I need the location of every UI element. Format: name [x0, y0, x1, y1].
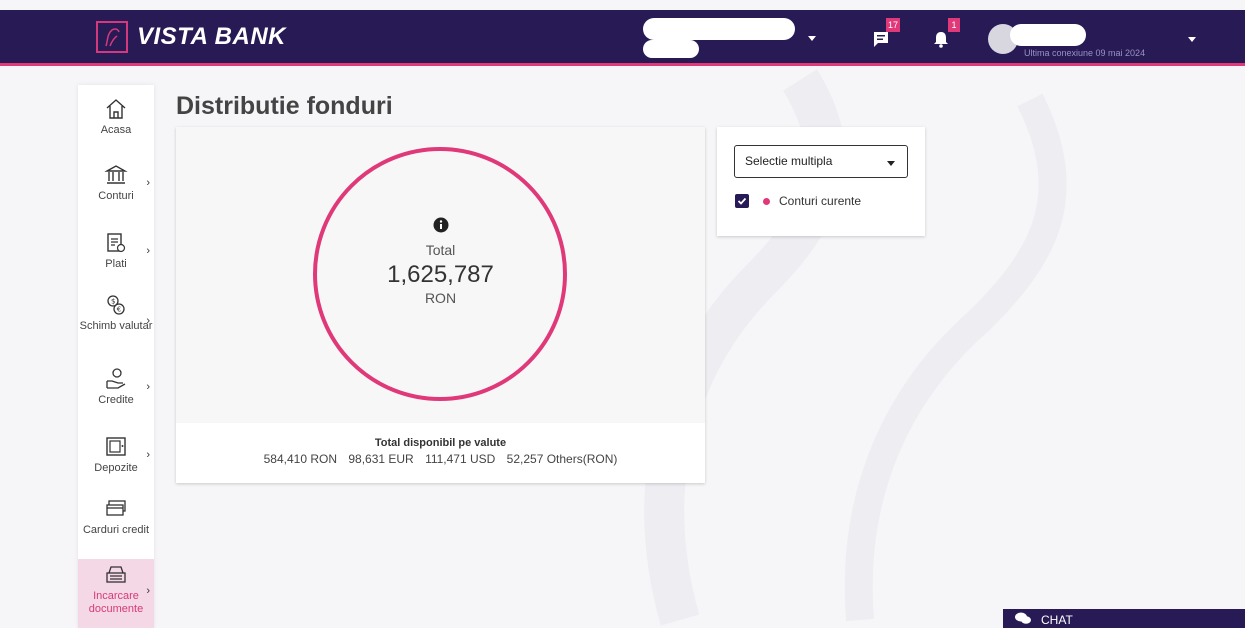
safe-icon — [106, 437, 126, 456]
sidebar-item-label: Schimb valutar — [79, 320, 153, 332]
currency-total-ron: 584,410 RON — [263, 452, 337, 466]
chevron-right-icon: › — [146, 177, 150, 189]
conturi-curente-checkbox[interactable] — [735, 194, 749, 208]
sidebar-item-label: Carduri credit — [82, 524, 150, 536]
legend-item-conturi-curente: Conturi curente — [735, 194, 861, 208]
hand-coin-icon — [106, 368, 126, 389]
legend-label: Conturi curente — [779, 194, 862, 208]
home-icon — [106, 99, 126, 119]
chevron-right-icon: › — [146, 315, 150, 327]
redacted-account-detail — [643, 40, 699, 58]
total-currency: RON — [424, 290, 457, 306]
sidebar-item-schimb-valutar[interactable]: $ € Schimb valutar › — [78, 293, 154, 333]
credit-card-icon — [106, 500, 126, 516]
currency-total-others: 52,257 Others(RON) — [506, 452, 618, 466]
sidebar-item-label: Credite — [98, 394, 134, 406]
chevron-down-icon — [1188, 37, 1196, 42]
notifications-button[interactable]: 1 — [926, 18, 960, 54]
messages-count-badge: 17 — [885, 18, 900, 32]
currency-totals-list: 584,410 RON 98,631 EUR 111,471 USD 52,25… — [176, 452, 705, 466]
payment-document-icon — [107, 233, 126, 253]
last-connection-text: Ultima conexiune 09 mai 2024 — [1024, 48, 1146, 58]
top-navigation-bar: VISTA BANK 17 1 Ultima conexiune 09 mai … — [0, 10, 1245, 66]
chevron-down-icon — [887, 161, 895, 166]
info-icon[interactable] — [433, 217, 449, 233]
currency-exchange-icon: $ € — [107, 295, 125, 315]
chevron-right-icon: › — [146, 381, 150, 393]
chart-area: Total 1,625,787 RON — [176, 127, 705, 423]
currency-total-eur: 98,631 EUR — [348, 452, 414, 466]
bank-icon — [104, 165, 128, 184]
brand-name: VISTA BANK — [137, 23, 286, 50]
sidebar-item-label: Plati — [105, 258, 127, 270]
bell-icon — [934, 32, 948, 48]
message-icon — [874, 32, 888, 47]
currency-totals-title: Total disponibil pe valute — [374, 437, 507, 449]
checkmark-icon — [737, 197, 747, 205]
sidebar-item-label: Incarcare documente — [88, 590, 144, 615]
sidebar-navigation: Acasa Conturi › Plati › $ € Schimb valut… — [78, 85, 154, 628]
sidebar-item-incarcare-documente[interactable]: Incarcare documente › — [78, 559, 154, 628]
sidebar-item-acasa[interactable]: Acasa — [78, 97, 154, 137]
currency-totals-footer: Total disponibil pe valute 584,410 RON 9… — [176, 423, 705, 483]
select-value: Selectie multipla — [745, 154, 833, 168]
sidebar-item-label: Acasa — [100, 124, 132, 136]
vista-bank-logo[interactable]: VISTA BANK — [96, 21, 286, 53]
redacted-account-name — [643, 18, 795, 40]
svg-text:$: $ — [111, 298, 115, 306]
sidebar-item-label: Conturi — [98, 190, 134, 202]
chat-label: CHAT — [1041, 613, 1073, 627]
sidebar-item-carduri-credit[interactable]: Carduri credit — [78, 497, 154, 537]
legend-color-dot — [763, 197, 770, 205]
total-value: 1,625,787 — [387, 261, 494, 288]
account-type-select[interactable]: Selectie multipla — [734, 145, 908, 178]
svg-text:€: € — [117, 306, 121, 314]
sidebar-item-depozite[interactable]: Depozite › — [78, 435, 154, 475]
funds-distribution-card: Total 1,625,787 RON Total disponibil pe … — [176, 127, 705, 483]
sidebar-item-plati[interactable]: Plati › — [78, 231, 154, 271]
document-upload-icon — [106, 566, 126, 583]
chevron-down-icon — [808, 36, 816, 41]
sidebar-item-credite[interactable]: Credite › — [78, 367, 154, 407]
redacted-user-name — [1010, 24, 1086, 46]
chevron-right-icon: › — [146, 585, 150, 597]
currency-total-usd: 111,471 USD — [425, 452, 496, 466]
messages-button[interactable]: 17 — [866, 18, 900, 54]
chat-button[interactable]: CHAT — [1003, 609, 1245, 628]
notifications-count-badge: 1 — [948, 18, 960, 32]
chevron-right-icon: › — [146, 245, 150, 257]
sidebar-item-conturi[interactable]: Conturi › — [78, 163, 154, 203]
account-filter-card: Selectie multipla Conturi curente — [717, 127, 925, 236]
chat-bubbles-icon — [1015, 612, 1031, 624]
sidebar-item-label: Depozite — [94, 462, 138, 474]
chart-center-info: Total 1,625,787 RON — [176, 217, 705, 306]
chevron-right-icon: › — [146, 449, 150, 461]
total-label: Total — [425, 242, 456, 258]
horse-logo-icon — [96, 21, 128, 53]
page-title: Distributie fonduri — [176, 92, 393, 120]
